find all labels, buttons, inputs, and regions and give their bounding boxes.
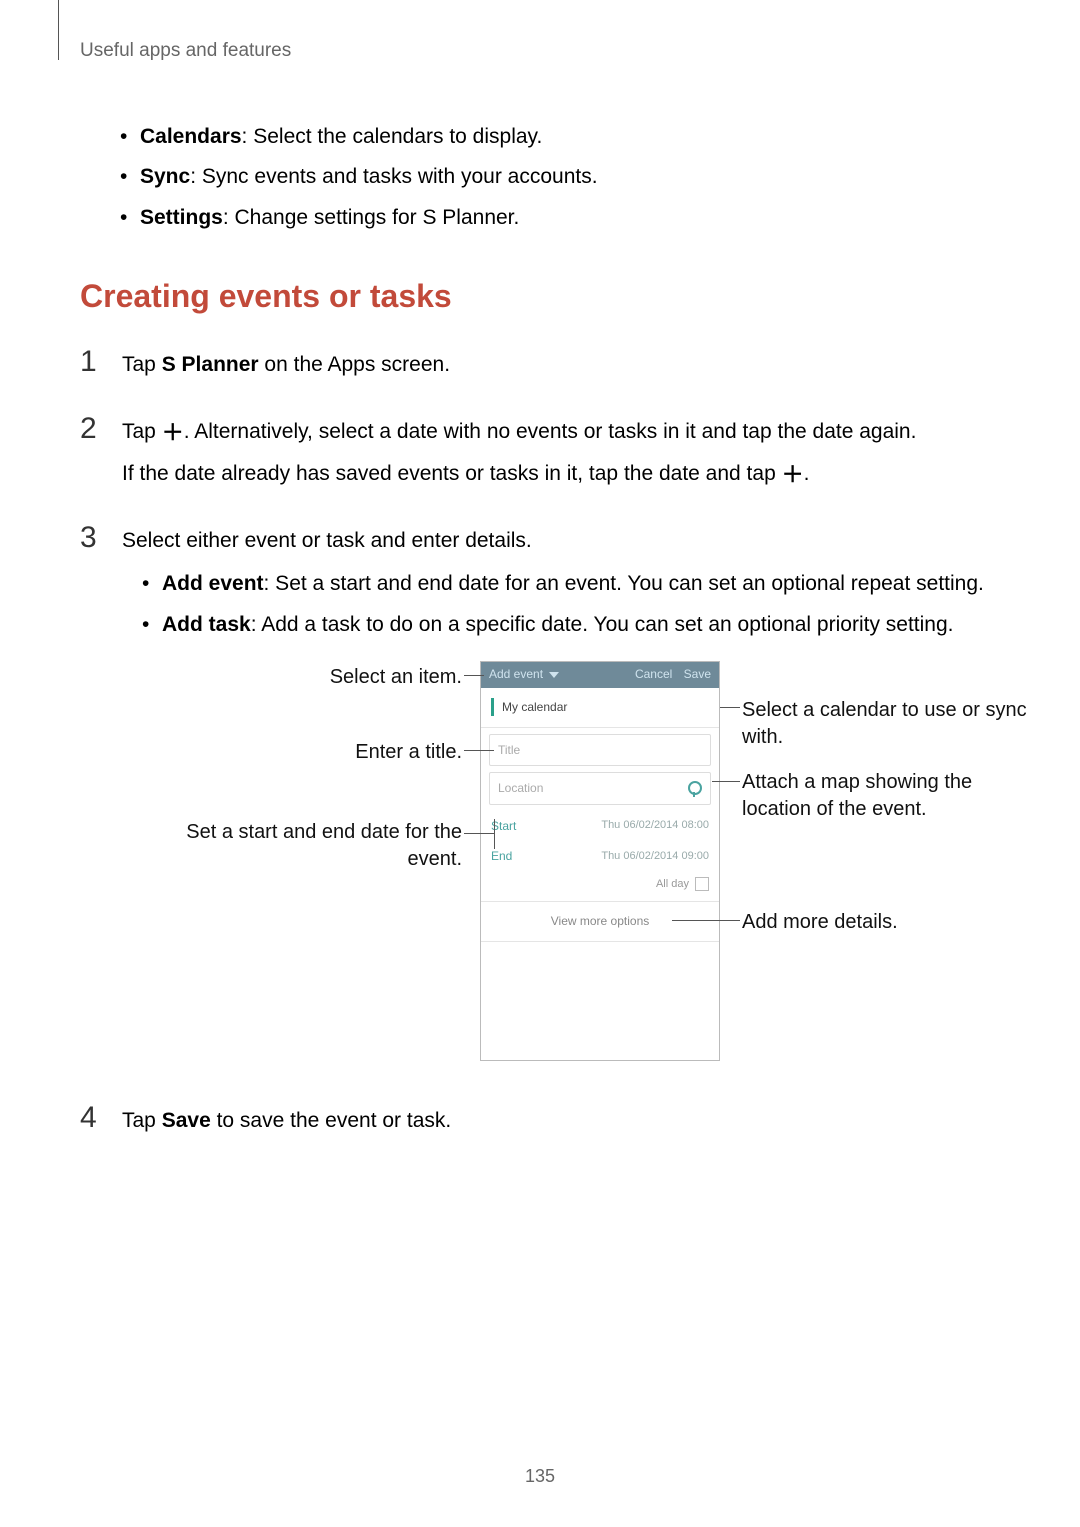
callout-add-more: Add more details. [742, 909, 1042, 936]
header-rule [58, 0, 59, 60]
dropdown-add-event[interactable]: Add event [489, 665, 543, 684]
step-2: 2 Tap ＋. Alternatively, select a date wi… [80, 412, 1000, 501]
sub-bullet-add-event: • Add event: Set a start and end date fo… [142, 568, 1032, 600]
bullet-calendars: •Calendars: Select the calendars to disp… [120, 122, 1000, 152]
breadcrumb: Useful apps and features [80, 40, 1000, 62]
step-number: 2 [80, 412, 122, 501]
sub-bullet-add-task: • Add task: Add a task to do on a specif… [142, 609, 1032, 641]
row-start[interactable]: Start Thu 06/02/2014 08:00 [481, 811, 719, 842]
bullet-settings: •Settings: Change settings for S Planner… [120, 203, 1000, 233]
callout-select-calendar: Select a calendar to use or sync with. [742, 697, 1042, 751]
view-more-options[interactable]: View more options [481, 902, 719, 942]
step-4: 4 Tap Save to save the event or task. [80, 1101, 1000, 1148]
plus-icon: ＋ [162, 422, 184, 444]
callout-attach-map: Attach a map showing the location of the… [742, 769, 1042, 823]
step-3: 3 Select either event or task and enter … [80, 521, 1000, 1081]
leader-line [720, 707, 740, 708]
chevron-down-icon [549, 672, 559, 678]
leader-line [464, 833, 494, 834]
leader-tick [494, 819, 495, 849]
step-number: 1 [80, 345, 122, 392]
callout-enter-title: Enter a title. [162, 739, 462, 766]
phone-mock: Add event Cancel Save My calendar Tit [480, 661, 720, 1061]
row-my-calendar[interactable]: My calendar [481, 688, 719, 728]
phone-header: Add event Cancel Save [481, 662, 719, 688]
location-pin-icon[interactable] [688, 781, 702, 795]
section-heading: Creating events or tasks [80, 278, 1000, 315]
title-input[interactable]: Title [489, 734, 711, 767]
bullet-sync: •Sync: Sync events and tasks with your a… [120, 162, 1000, 192]
callout-set-dates: Set a start and end date for the event. [162, 819, 462, 873]
leader-line [712, 781, 740, 782]
step-3-intro: Select either event or task and enter de… [122, 525, 1032, 558]
row-all-day[interactable]: All day [481, 872, 719, 902]
plus-icon: ＋ [782, 464, 804, 486]
location-input[interactable]: Location [489, 772, 711, 805]
step-number: 3 [80, 521, 122, 1081]
step-1: 1 Tap S Planner on the Apps screen. [80, 345, 1000, 392]
calendar-color-bar [491, 698, 494, 716]
leader-line [464, 675, 484, 676]
all-day-checkbox[interactable] [695, 877, 709, 891]
step-number: 4 [80, 1101, 122, 1148]
figure-add-event: Add event Cancel Save My calendar Tit [162, 661, 1032, 1071]
page-number: 135 [0, 1466, 1080, 1487]
row-end[interactable]: End Thu 06/02/2014 09:00 [481, 841, 719, 872]
leader-line [672, 920, 740, 921]
save-button[interactable]: Save [684, 667, 711, 681]
callout-select-item: Select an item. [162, 664, 462, 691]
cancel-button[interactable]: Cancel [635, 667, 672, 681]
my-calendar-label: My calendar [502, 698, 567, 717]
leader-line [464, 750, 494, 751]
